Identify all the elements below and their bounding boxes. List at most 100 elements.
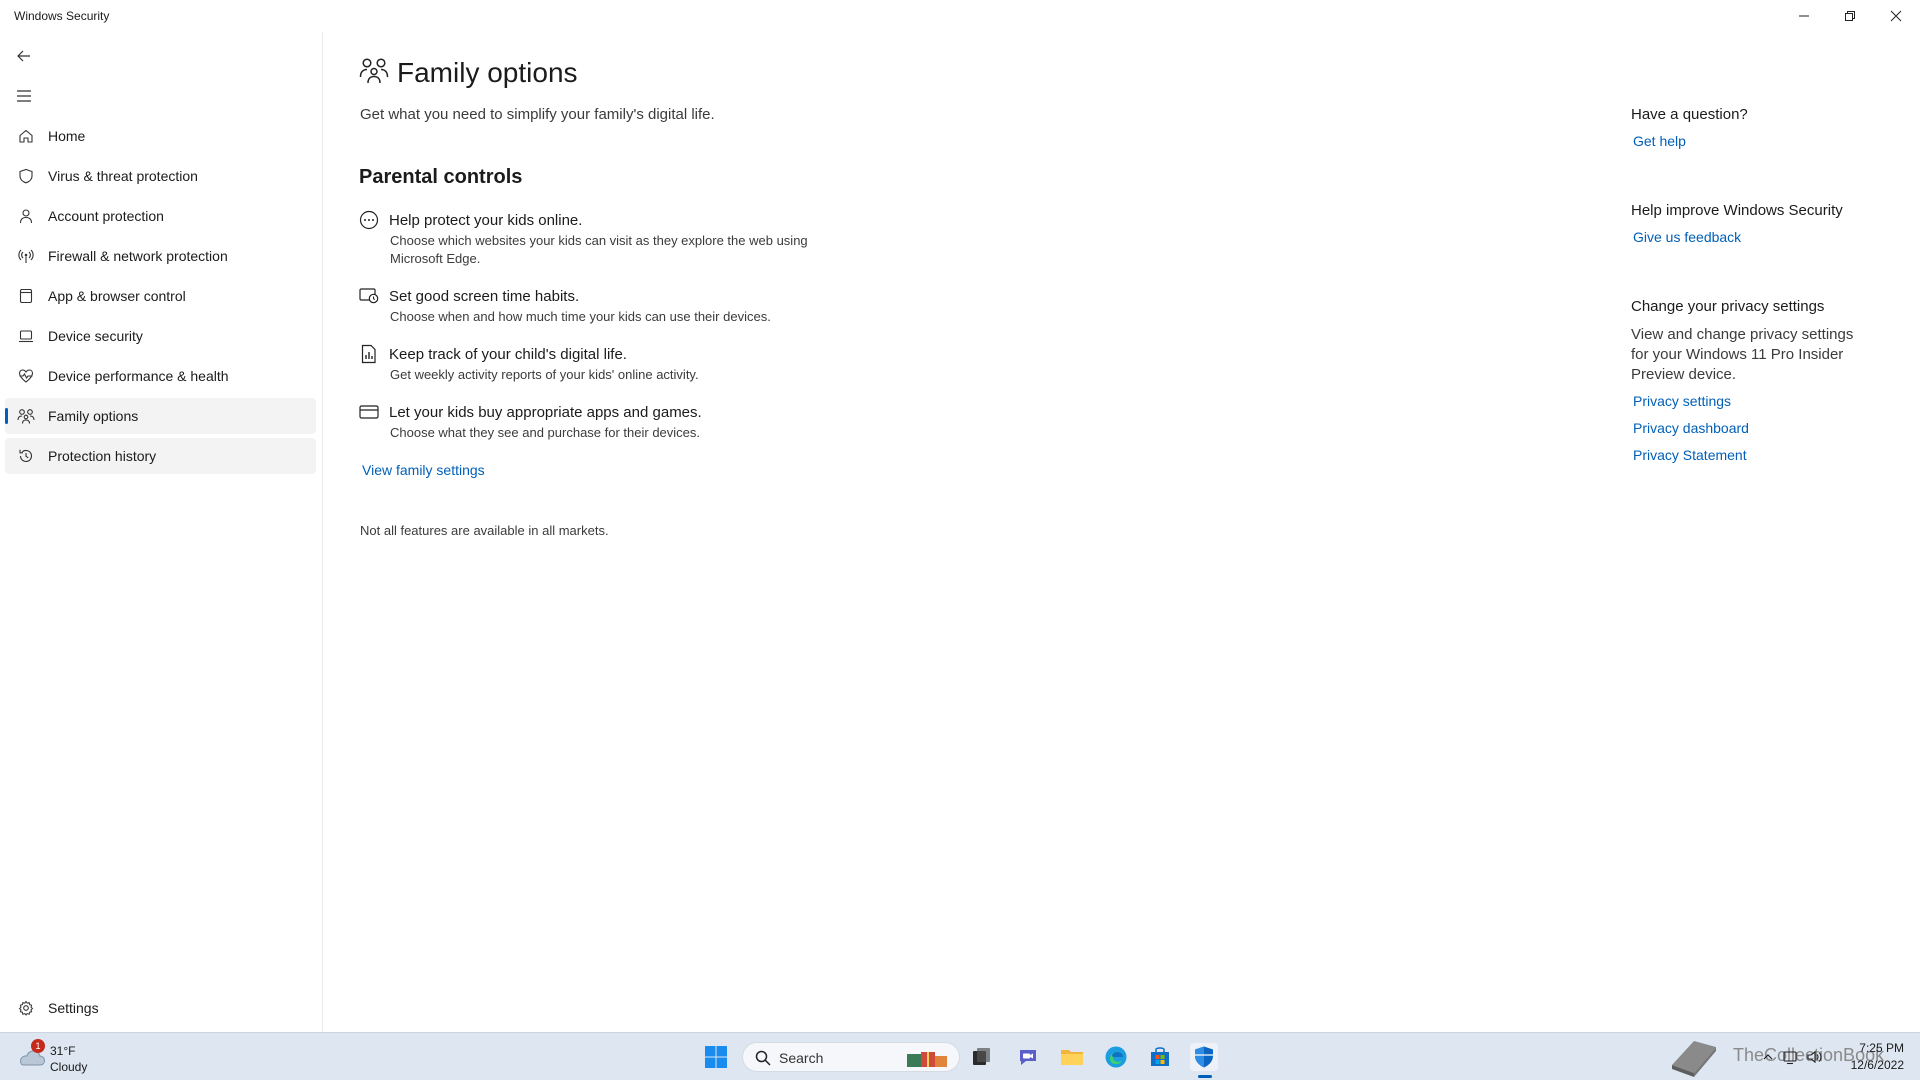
home-icon xyxy=(17,127,35,145)
sidebar-item-family-options[interactable]: Family options xyxy=(5,398,316,434)
title-bar: Windows Security xyxy=(0,0,1920,32)
privacy-heading: Change your privacy settings xyxy=(1631,298,1825,315)
app-window-icon xyxy=(17,287,35,305)
screen-clock-icon xyxy=(359,286,379,306)
privacy-settings-link[interactable]: Privacy settings xyxy=(1633,393,1731,409)
sidebar-item-performance-health[interactable]: Device performance & health xyxy=(5,358,316,394)
taskbar-search[interactable]: Search xyxy=(742,1042,960,1072)
minimize-button[interactable] xyxy=(1781,0,1827,32)
feature-apps-games: Let your kids buy appropriate apps and g… xyxy=(359,402,879,442)
gift-icon xyxy=(907,1052,947,1067)
file-explorer-button[interactable] xyxy=(1058,1043,1086,1071)
feature-description: Choose which websites your kids can visi… xyxy=(390,233,808,266)
weather-temp: 31°F xyxy=(50,1044,76,1058)
history-icon xyxy=(17,447,35,465)
help-section: Have a question? Get help xyxy=(1631,106,1861,151)
section-title: Parental controls xyxy=(359,166,523,188)
globe-minus-icon xyxy=(359,210,379,230)
search-placeholder: Search xyxy=(779,1050,824,1066)
sidebar-item-virus-threat[interactable]: Virus & threat protection xyxy=(5,158,316,194)
sidebar-item-settings[interactable]: Settings xyxy=(5,990,316,1026)
feature-title: Keep track of your child's digital life. xyxy=(389,346,627,363)
card-icon xyxy=(359,402,379,422)
privacy-description: View and change privacy settings for you… xyxy=(1631,326,1854,383)
sidebar-item-label: Account protection xyxy=(48,208,164,224)
sidebar-item-firewall[interactable]: Firewall & network protection xyxy=(5,238,316,274)
privacy-statement-link[interactable]: Privacy Statement xyxy=(1633,447,1747,463)
give-feedback-link[interactable]: Give us feedback xyxy=(1633,229,1741,245)
sidebar-item-label: Home xyxy=(48,128,86,144)
page-header: Family options xyxy=(359,56,578,89)
feature-description: Choose when and how much time your kids … xyxy=(390,309,771,324)
sidebar-item-device-security[interactable]: Device security xyxy=(5,318,316,354)
folder-icon xyxy=(1061,1050,1083,1065)
feature-title: Set good screen time habits. xyxy=(389,288,580,305)
shield-icon xyxy=(17,167,35,185)
task-view-button[interactable] xyxy=(968,1043,996,1071)
feature-description: Choose what they see and purchase for th… xyxy=(390,425,701,440)
sidebar-item-label: Family options xyxy=(48,408,139,424)
windows-security-button[interactable] xyxy=(1190,1043,1218,1078)
feature-title: Let your kids buy appropriate apps and g… xyxy=(389,404,702,421)
privacy-dashboard-link[interactable]: Privacy dashboard xyxy=(1633,420,1749,436)
book-logo-icon xyxy=(1672,1041,1716,1077)
weather-condition: Cloudy xyxy=(50,1060,88,1074)
active-app-indicator xyxy=(1198,1075,1212,1078)
sidebar-item-label: App & browser control xyxy=(48,288,186,304)
sidebar-item-label: Device security xyxy=(48,328,143,344)
laptop-icon xyxy=(17,327,35,345)
feature-description: Get weekly activity reports of your kids… xyxy=(390,367,699,382)
clock[interactable]: 7:25 PM 12/6/2022 xyxy=(1838,1033,1910,1081)
selection-indicator xyxy=(5,408,8,424)
gear-icon xyxy=(17,999,35,1017)
edge-button[interactable] xyxy=(1102,1043,1130,1071)
privacy-section: Change your privacy settings View and ch… xyxy=(1631,298,1861,465)
person-icon xyxy=(17,207,35,225)
restore-icon xyxy=(1845,11,1855,21)
sidebar-item-app-browser[interactable]: App & browser control xyxy=(5,278,316,314)
page-subtitle: Get what you need to simplify your famil… xyxy=(360,106,715,123)
sidebar-item-home[interactable]: Home xyxy=(5,118,316,154)
window-title: Windows Security xyxy=(14,9,110,23)
restore-button[interactable] xyxy=(1827,0,1873,32)
feature-title: Help protect your kids online. xyxy=(389,212,583,229)
chat-icon xyxy=(1020,1050,1036,1065)
back-button[interactable] xyxy=(12,44,36,68)
sidebar-item-protection-history[interactable]: Protection history xyxy=(5,438,316,474)
search-icon xyxy=(755,1050,771,1066)
sidebar-item-label: Settings xyxy=(48,1000,99,1016)
feature-screen-time: Set good screen time habits. Choose when… xyxy=(359,286,879,326)
menu-button[interactable] xyxy=(12,84,36,108)
main-content: Family options Get what you need to simp… xyxy=(323,32,1920,1032)
close-button[interactable] xyxy=(1873,0,1919,32)
sidebar-item-label: Device performance & health xyxy=(48,368,229,384)
windows-logo-icon xyxy=(705,1046,727,1068)
clock-time: 7:25 PM xyxy=(1859,1041,1904,1055)
sidebar-item-account[interactable]: Account protection xyxy=(5,198,316,234)
notification-badge: 1 xyxy=(31,1039,45,1053)
start-button[interactable] xyxy=(702,1043,730,1071)
system-tray[interactable] xyxy=(1754,1033,1834,1081)
availability-note: Not all features are available in all ma… xyxy=(360,523,609,538)
family-icon xyxy=(359,56,389,89)
hamburger-icon xyxy=(17,90,31,102)
minimize-icon xyxy=(1799,15,1809,17)
feedback-heading: Help improve Windows Security xyxy=(1631,202,1843,219)
get-help-link[interactable]: Get help xyxy=(1633,133,1686,149)
close-icon xyxy=(1890,10,1902,22)
heart-pulse-icon xyxy=(17,367,35,385)
taskbar: 1 31°F Cloudy Search TheCollectionBook 7… xyxy=(0,1032,1920,1080)
store-button[interactable] xyxy=(1146,1043,1174,1071)
security-shield-icon xyxy=(1195,1046,1213,1068)
feature-protect-online: Help protect your kids online. Choose wh… xyxy=(359,210,879,266)
view-family-settings-link[interactable]: View family settings xyxy=(362,462,485,478)
feedback-section: Help improve Windows Security Give us fe… xyxy=(1631,202,1861,247)
chat-button[interactable] xyxy=(1014,1043,1042,1071)
sidebar-item-label: Virus & threat protection xyxy=(48,168,198,184)
store-icon xyxy=(1151,1047,1169,1066)
antenna-icon xyxy=(17,247,35,265)
page-title: Family options xyxy=(397,56,578,88)
sidebar-item-label: Firewall & network protection xyxy=(48,248,228,264)
task-view-icon xyxy=(973,1048,990,1065)
report-icon xyxy=(359,344,379,364)
